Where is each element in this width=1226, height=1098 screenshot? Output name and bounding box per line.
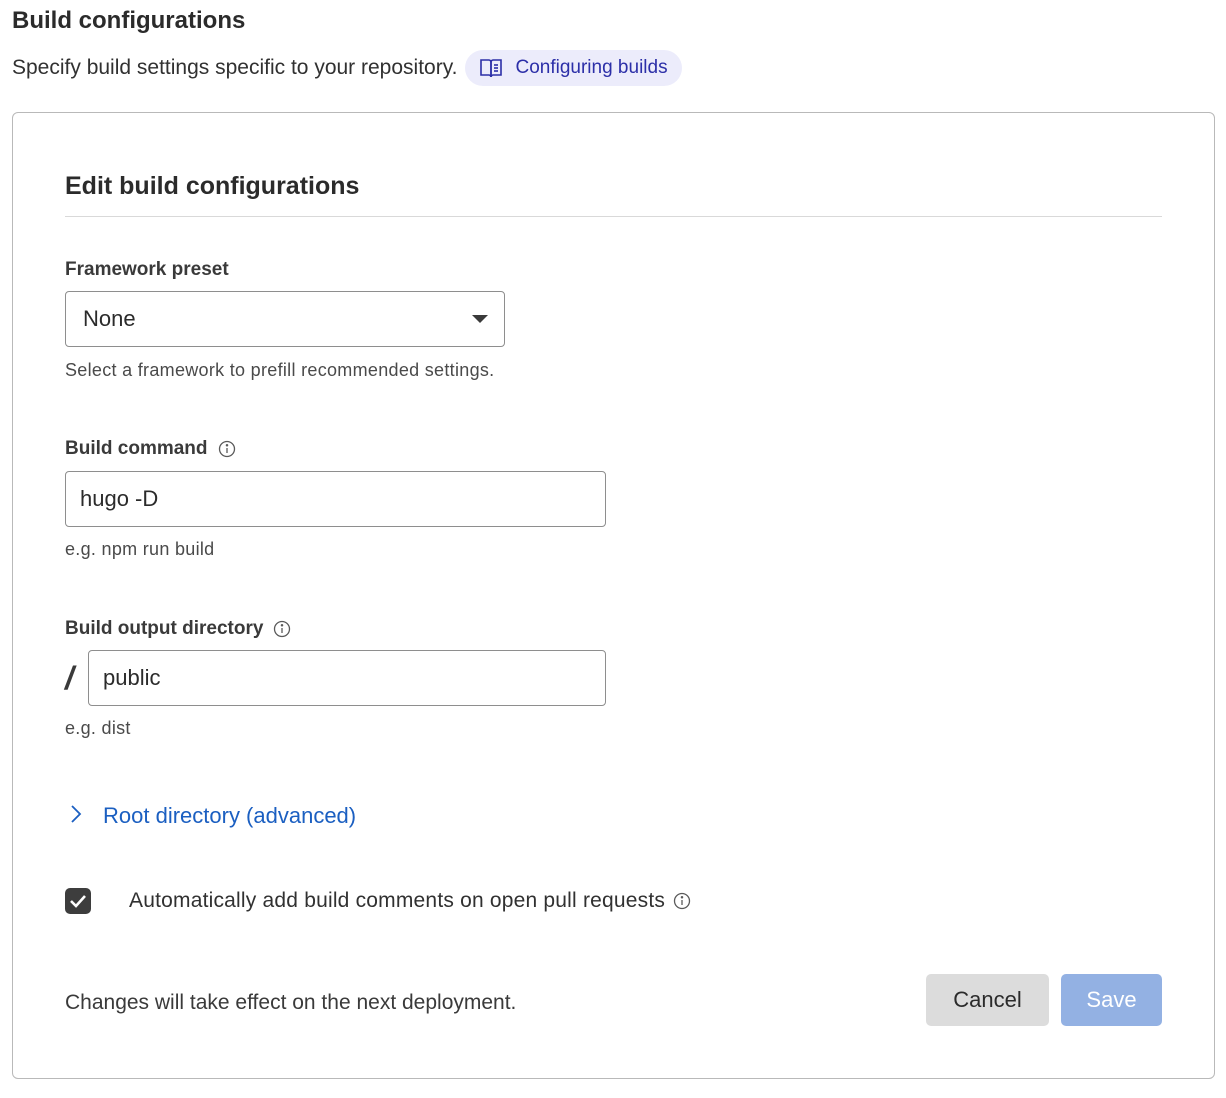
framework-preset-value: None — [83, 306, 136, 331]
book-icon — [479, 57, 503, 79]
info-icon[interactable] — [673, 892, 691, 910]
footer-note: Changes will take effect on the next dep… — [65, 991, 517, 1014]
info-icon[interactable] — [273, 620, 291, 638]
card-divider — [65, 216, 1162, 217]
build-comments-checkbox[interactable] — [65, 888, 91, 914]
build-command-label: Build command — [65, 437, 236, 461]
card-title: Edit build configurations — [65, 172, 360, 200]
edit-build-config-card: Edit build configurations Framework pres… — [12, 112, 1215, 1079]
build-output-directory-input[interactable] — [88, 650, 606, 706]
checkmark-icon — [70, 895, 86, 908]
build-command-label-text: Build command — [65, 438, 208, 459]
cancel-button[interactable]: Cancel — [926, 974, 1049, 1026]
output-directory-prefix: / — [65, 660, 74, 696]
page-title: Build configurations — [12, 7, 246, 34]
build-comments-row: Automatically add build comments on open… — [65, 886, 691, 916]
build-output-directory-label: Build output directory — [65, 617, 291, 641]
framework-preset-help: Select a framework to prefill recommende… — [65, 360, 495, 380]
build-output-directory-label-text: Build output directory — [65, 618, 264, 639]
save-button[interactable]: Save — [1061, 974, 1162, 1026]
chevron-right-icon — [65, 803, 85, 830]
configuring-builds-label: Configuring builds — [515, 57, 668, 78]
build-configurations-page: Build configurations Specify build setti… — [0, 0, 1226, 1098]
root-directory-label: Root directory (advanced) — [103, 803, 357, 828]
framework-preset-label: Framework preset — [65, 258, 229, 282]
root-directory-toggle[interactable]: Root directory (advanced) — [65, 801, 356, 831]
framework-preset-label-text: Framework preset — [65, 259, 229, 280]
build-command-input[interactable] — [65, 471, 606, 527]
framework-preset-select[interactable]: None — [65, 291, 505, 347]
info-icon[interactable] — [218, 440, 236, 458]
page-subtitle: Specify build settings specific to your … — [12, 56, 458, 79]
build-comments-label: Automatically add build comments on open… — [129, 889, 666, 912]
build-command-help: e.g. npm run build — [65, 539, 215, 559]
build-output-directory-help: e.g. dist — [65, 718, 131, 738]
caret-down-icon — [472, 315, 488, 323]
subtitle-row: Specify build settings specific to your … — [12, 50, 682, 86]
configuring-builds-link[interactable]: Configuring builds — [465, 50, 682, 86]
